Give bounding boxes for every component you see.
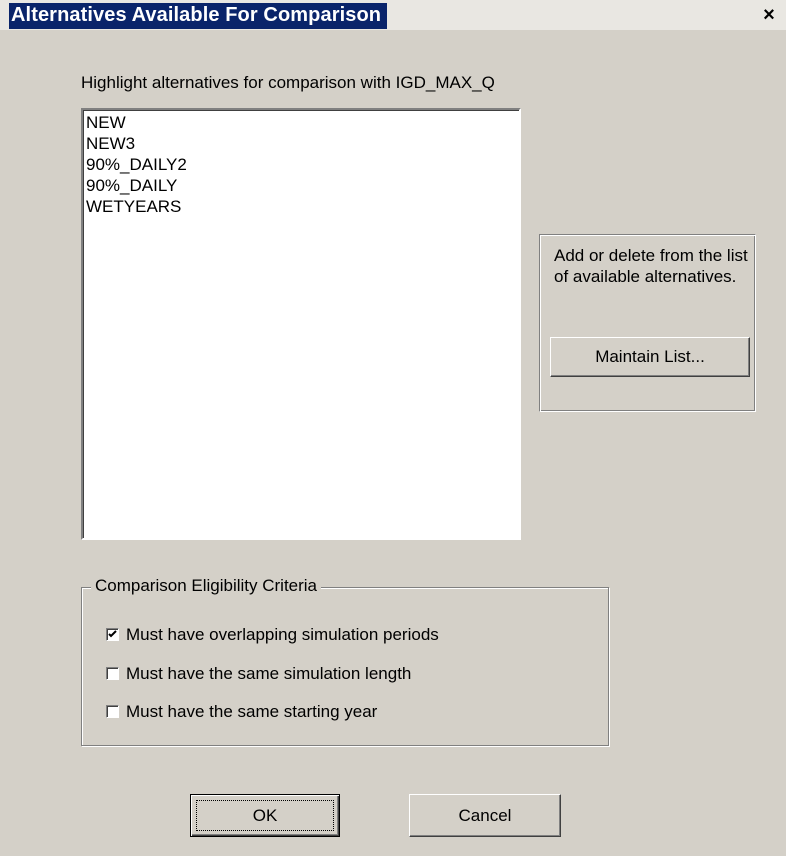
ok-label: OK	[252, 806, 278, 825]
maintain-list-button[interactable]: Maintain List...	[550, 337, 750, 377]
checkbox-box[interactable]	[106, 705, 119, 718]
group-legend: Comparison Eligibility Criteria	[91, 576, 322, 596]
maintain-description: Add or delete from the list of available…	[554, 246, 748, 286]
eligibility-criteria-group: Comparison Eligibility Criteria Must hav…	[81, 576, 609, 746]
list-item[interactable]: NEW3	[86, 133, 516, 154]
list-item[interactable]: 90%_DAILY	[86, 175, 516, 196]
checkbox-label: Must have the same starting year	[126, 702, 378, 721]
window-title: Alternatives Available For Comparison	[9, 3, 388, 29]
cancel-button[interactable]: Cancel	[409, 794, 561, 837]
list-item[interactable]: NEW	[86, 112, 516, 133]
ok-button[interactable]: OK	[190, 794, 340, 837]
alternatives-listbox[interactable]: NEW NEW3 90%_DAILY2 90%_DAILY WETYEARS	[81, 108, 521, 540]
maintain-panel: Add or delete from the list of available…	[539, 234, 756, 412]
close-icon[interactable]: ×	[758, 5, 780, 25]
instruction-label: Highlight alternatives for comparison wi…	[81, 73, 495, 92]
check-mark-icon	[108, 630, 117, 638]
title-bar: Alternatives Available For Comparison ×	[0, 0, 786, 30]
checkbox-label: Must have overlapping simulation periods	[126, 625, 439, 644]
checkbox-label: Must have the same simulation length	[126, 664, 412, 683]
list-item[interactable]: WETYEARS	[86, 196, 516, 217]
list-item[interactable]: 90%_DAILY2	[86, 154, 516, 175]
checkbox-box[interactable]	[106, 628, 119, 641]
checkbox-box[interactable]	[106, 667, 119, 680]
